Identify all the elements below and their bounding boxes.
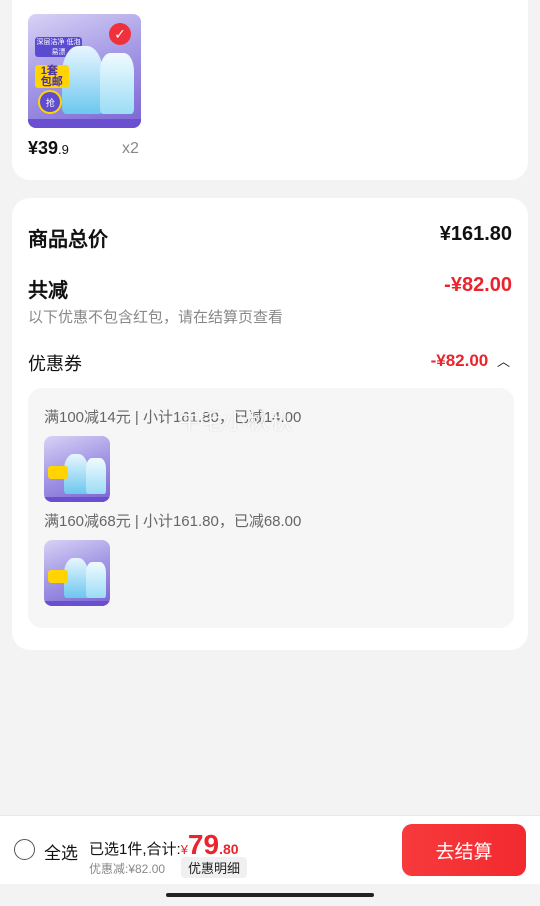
total-label: 商品总价: [28, 229, 108, 251]
watermark-text: 牛毛小秋秋: [178, 409, 294, 434]
coupon-product-thumbnail: [44, 436, 110, 502]
select-all-radio[interactable]: [14, 839, 35, 860]
thumb-badge: 1套 包邮: [34, 65, 69, 89]
selected-check-icon[interactable]: ✓: [109, 23, 131, 45]
bottle-graphic: [100, 52, 135, 115]
cart-item-card: 深层洁净 低泡易漂 1套 包邮 抢 ✓ ¥39.9 x2: [12, 0, 528, 180]
total-value: ¥161.80: [439, 223, 512, 245]
coupon-toggle[interactable]: -¥82.00 ︿: [431, 351, 510, 371]
product-price: ¥39.9: [28, 138, 69, 158]
coupon-label: 优惠券: [28, 354, 82, 374]
select-all-label[interactable]: 全选: [44, 839, 78, 864]
thumb-grab: 抢: [38, 89, 63, 115]
coupon-product-thumbnail: [44, 540, 110, 606]
coupon-rule: 满160减68元 | 小计161.80，已减68.00: [44, 513, 302, 530]
checkout-bar: 全选 已选1件,合计:¥79.80 优惠减:¥82.00 优惠明细 去结算: [0, 815, 540, 884]
chevron-up-icon: ︿: [496, 354, 510, 369]
footer-discount-text: 优惠减:¥82.00: [89, 862, 166, 876]
discount-label: 共减: [28, 280, 68, 302]
thumb-strip: [28, 118, 141, 128]
discount-detail-button[interactable]: 优惠明细: [181, 857, 248, 878]
product-quantity: x2: [122, 140, 139, 157]
coupon-value: -¥82.00: [430, 351, 489, 370]
discount-value: -¥82.00: [444, 274, 512, 296]
checkout-button[interactable]: 去结算: [402, 824, 526, 876]
discount-note: 以下优惠不包含红包，请在结算页查看: [28, 309, 284, 326]
home-indicator: [166, 893, 374, 897]
